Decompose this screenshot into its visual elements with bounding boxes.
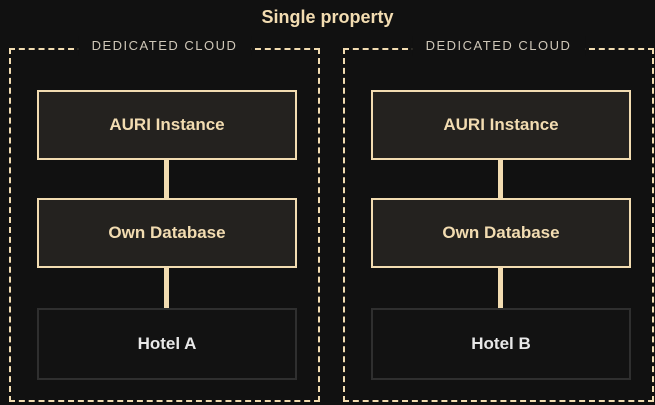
connector-line (498, 160, 503, 198)
auri-instance-node: AURI Instance (37, 90, 297, 160)
connector-line (164, 160, 169, 198)
dedicated-cloud-right: DEDICATED CLOUD AURI Instance Own Databa… (343, 36, 654, 402)
own-database-node: Own Database (371, 198, 631, 268)
connector-line (164, 268, 169, 308)
node-label: Own Database (442, 223, 560, 242)
cloud-label: DEDICATED CLOUD (411, 36, 586, 56)
own-database-node: Own Database (37, 198, 297, 268)
node-label: Hotel A (137, 334, 197, 353)
node-label: Own Database (108, 223, 226, 242)
dedicated-cloud-left: DEDICATED CLOUD AURI Instance Own Databa… (9, 36, 320, 402)
auri-instance-node: AURI Instance (371, 90, 631, 160)
hotel-node: Hotel A (37, 308, 297, 380)
diagram-title: Single property (261, 7, 394, 27)
node-label: Hotel B (471, 334, 531, 353)
node-label: AURI Instance (443, 115, 559, 134)
connector-line (498, 268, 503, 308)
hotel-node: Hotel B (371, 308, 631, 380)
node-label: AURI Instance (109, 115, 225, 134)
cloud-label: DEDICATED CLOUD (77, 36, 252, 56)
